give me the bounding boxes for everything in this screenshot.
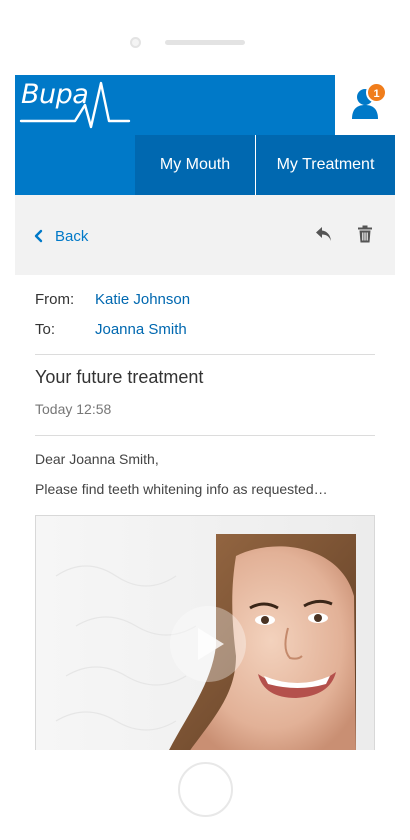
sender-name[interactable]: Katie Johnson <box>95 291 190 308</box>
app-screen: Bupa 1 My Mouth My Treatment Back From: … <box>15 75 395 750</box>
tab-my-treatment[interactable]: My Treatment <box>256 135 395 195</box>
back-label: Back <box>55 227 89 245</box>
video-preview-image <box>36 516 374 750</box>
logo-text: Bupa <box>21 79 89 110</box>
notification-badge: 1 <box>366 82 387 103</box>
message-subject: Your future treatment <box>35 367 204 387</box>
home-button[interactable] <box>178 762 233 817</box>
message-greeting: Dear Joanna Smith, <box>35 451 159 467</box>
video-thumbnail[interactable] <box>35 515 375 750</box>
divider <box>35 435 375 436</box>
from-label: From: <box>35 291 75 308</box>
back-button[interactable]: Back <box>33 225 88 247</box>
device-top-bezel <box>0 0 410 75</box>
app-header: Bupa 1 My Mouth My Treatment <box>15 75 395 195</box>
trash-icon[interactable] <box>357 225 373 243</box>
message-timestamp: Today 12:58 <box>35 401 112 417</box>
header-band <box>135 75 335 135</box>
divider <box>35 354 375 355</box>
profile-button[interactable]: 1 <box>335 75 395 135</box>
chevron-left-icon <box>34 229 43 243</box>
camera-icon <box>130 37 141 48</box>
message-body: Please find teeth whitening info as requ… <box>35 481 328 497</box>
tab-my-mouth[interactable]: My Mouth <box>135 135 255 195</box>
reply-icon[interactable] <box>315 225 333 243</box>
bupa-logo[interactable]: Bupa <box>15 75 135 195</box>
speaker-grille <box>165 40 245 45</box>
to-label: To: <box>35 321 56 338</box>
recipient-name[interactable]: Joanna Smith <box>95 321 187 338</box>
message-toolbar: Back <box>15 195 395 275</box>
